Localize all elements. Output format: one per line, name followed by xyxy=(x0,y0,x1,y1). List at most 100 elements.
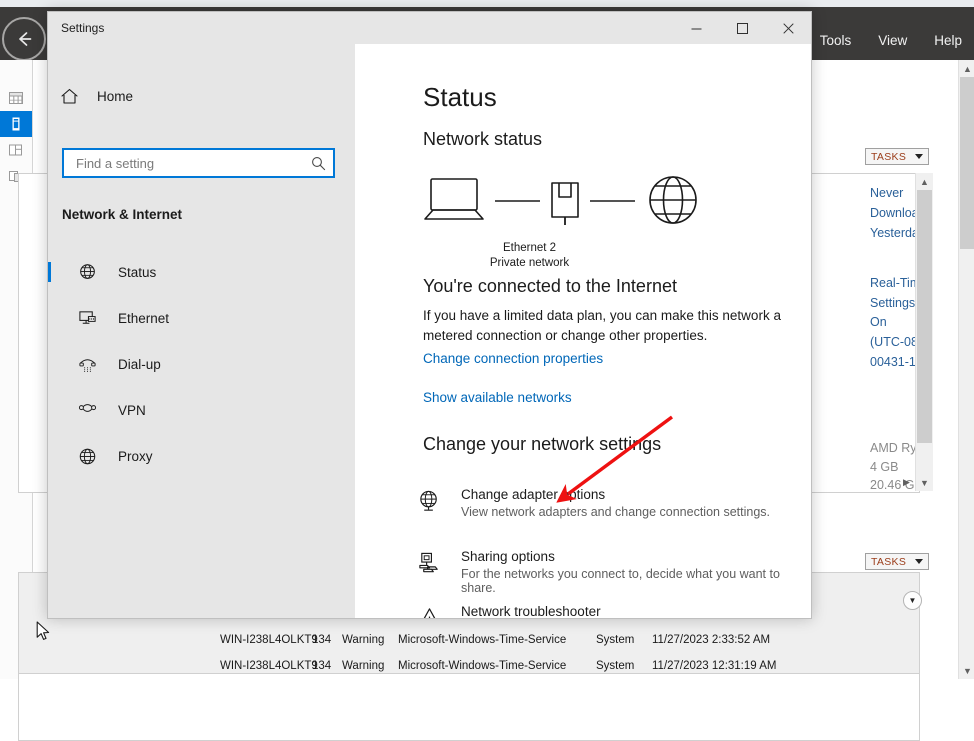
cell-log: System xyxy=(596,660,652,672)
sidebar-item-home[interactable]: Home xyxy=(60,82,320,110)
scrollbar-thumb[interactable] xyxy=(917,190,932,443)
settings-main-content: Status Network status xyxy=(355,44,811,618)
sidebar-item-local-server[interactable] xyxy=(0,111,32,137)
content-scrollbar[interactable]: ▲ ▼ xyxy=(958,60,974,679)
tasks-button-events[interactable]: TASKS xyxy=(865,553,929,570)
close-button[interactable] xyxy=(765,12,811,44)
minimize-icon xyxy=(691,23,702,34)
dashboard-icon xyxy=(8,90,24,106)
cell-datetime: 11/27/2023 12:31:19 AM xyxy=(652,660,822,672)
local-server-icon xyxy=(8,116,24,132)
scroll-down-icon[interactable]: ▼ xyxy=(916,474,933,491)
home-icon xyxy=(60,87,79,106)
sidebar-label-ethernet: Ethernet xyxy=(118,311,169,326)
content-scroll-up-icon[interactable]: ▲ xyxy=(959,60,974,77)
sidebar-label-vpn: VPN xyxy=(118,403,146,418)
cell-source: Microsoft-Windows-Time-Service xyxy=(398,634,596,646)
property-value-9: 4 GB xyxy=(870,460,899,474)
sharing-icon xyxy=(417,549,445,581)
cell-source: Microsoft-Windows-Time-Service xyxy=(398,660,596,672)
option-text-block: Network troubleshooter xyxy=(461,604,601,619)
cell-id: 134 xyxy=(312,660,342,672)
connection-status-description: If you have a limited data plan, you can… xyxy=(423,306,795,346)
search-icon[interactable] xyxy=(311,156,326,171)
settings-window: Settings xyxy=(47,11,812,619)
option-sharing-options[interactable]: Sharing options For the networks you con… xyxy=(417,549,797,595)
proxy-globe-icon xyxy=(78,447,102,466)
globe-icon xyxy=(650,177,696,223)
link-change-connection-properties[interactable]: Change connection properties xyxy=(423,351,603,366)
selection-indicator xyxy=(48,262,51,282)
sidebar-label-dialup: Dial-up xyxy=(118,357,161,372)
search-box[interactable] xyxy=(62,148,335,178)
menu-view[interactable]: View xyxy=(878,33,907,48)
settings-titlebar[interactable]: Settings xyxy=(48,12,811,44)
cell-severity: Warning xyxy=(342,634,398,646)
property-value-4[interactable]: Settings xyxy=(870,296,915,310)
back-button[interactable] xyxy=(2,17,46,61)
menu-help[interactable]: Help xyxy=(934,33,962,48)
settings-sidebar: Home Network & Internet xyxy=(48,44,355,618)
sidebar-item-proxy[interactable]: Proxy xyxy=(48,433,355,479)
cell-server-name: WIN-I238L4OLKT9 xyxy=(220,660,312,672)
menu-tools[interactable]: Tools xyxy=(820,33,852,48)
expand-filter-chevron-icon[interactable]: ▼ xyxy=(903,591,922,610)
maximize-button[interactable] xyxy=(719,12,765,44)
sidebar-item-status[interactable]: Status xyxy=(48,249,355,295)
sidebar-category-title: Network & Internet xyxy=(62,207,182,222)
maximize-icon xyxy=(737,23,748,34)
table-row[interactable]: WIN-I238L4OLKT9 134 Warning Microsoft-Wi… xyxy=(220,655,822,677)
option-text-block: Change adapter options View network adap… xyxy=(461,487,770,519)
option-network-troubleshooter[interactable]: Network troubleshooter xyxy=(417,604,797,619)
tasks-button-properties[interactable]: TASKS xyxy=(865,148,929,165)
sidebar-item-all-servers[interactable] xyxy=(0,137,32,163)
property-value-0[interactable]: Never xyxy=(870,186,903,200)
option-subtitle: View network adapters and change connect… xyxy=(461,505,770,519)
sidebar-label-proxy: Proxy xyxy=(118,449,153,464)
server-manager-menubar: Tools View Help xyxy=(820,33,962,48)
page-title: Status xyxy=(423,82,497,113)
property-value-3[interactable]: Real-Tim xyxy=(870,276,920,290)
vpn-icon xyxy=(78,401,102,420)
content-scroll-down-icon[interactable]: ▼ xyxy=(959,662,974,679)
sidebar-item-ethernet[interactable]: Ethernet xyxy=(48,295,355,341)
diagram-adapter-name: Ethernet 2 xyxy=(423,242,636,254)
window-title: Settings xyxy=(61,21,104,35)
sidebar-item-vpn[interactable]: VPN xyxy=(48,387,355,433)
events-panel xyxy=(18,673,920,741)
warning-triangle-icon xyxy=(417,604,445,619)
cell-id: 134 xyxy=(312,634,342,646)
table-row[interactable]: WIN-I238L4OLKT9 134 Warning Microsoft-Wi… xyxy=(220,629,822,651)
content-scrollbar-thumb[interactable] xyxy=(960,77,974,249)
cell-severity: Warning xyxy=(342,660,398,672)
ethernet-port-icon xyxy=(552,183,578,225)
sidebar-item-dialup[interactable]: Dial-up xyxy=(48,341,355,387)
search-input[interactable] xyxy=(74,155,311,172)
sidebar-item-dashboard[interactable] xyxy=(0,85,32,111)
diagram-network-type: Private network xyxy=(423,257,636,269)
property-value-1[interactable]: Downloa xyxy=(870,206,919,220)
scroll-up-icon[interactable]: ▲ xyxy=(916,173,933,190)
cell-datetime: 11/27/2023 2:33:52 AM xyxy=(652,634,822,646)
minimize-button[interactable] xyxy=(673,12,719,44)
link-show-available-networks[interactable]: Show available networks xyxy=(423,390,572,405)
all-servers-icon xyxy=(8,142,24,158)
option-change-adapter-options[interactable]: Change adapter options View network adap… xyxy=(417,487,797,519)
dialup-icon xyxy=(78,355,102,374)
properties-scrollbar[interactable]: ▲ ▼ xyxy=(915,173,933,491)
option-title: Change adapter options xyxy=(461,487,770,502)
scroll-right-icon[interactable]: ▶ xyxy=(898,474,915,491)
property-value-5[interactable]: On xyxy=(870,315,887,329)
back-arrow-icon xyxy=(13,28,35,50)
ethernet-icon xyxy=(78,309,102,328)
cell-server-name: WIN-I238L4OLKT9 xyxy=(220,634,312,646)
option-title: Sharing options xyxy=(461,549,797,564)
settings-nav-list: Status Ethernet xyxy=(48,249,355,479)
chevron-down-icon xyxy=(915,559,923,564)
globe-status-icon xyxy=(78,263,102,282)
section-network-status: Network status xyxy=(423,129,542,150)
close-icon xyxy=(783,23,794,34)
sidebar-home-label: Home xyxy=(97,89,133,104)
chevron-down-icon xyxy=(915,154,923,159)
window-controls xyxy=(673,12,811,44)
